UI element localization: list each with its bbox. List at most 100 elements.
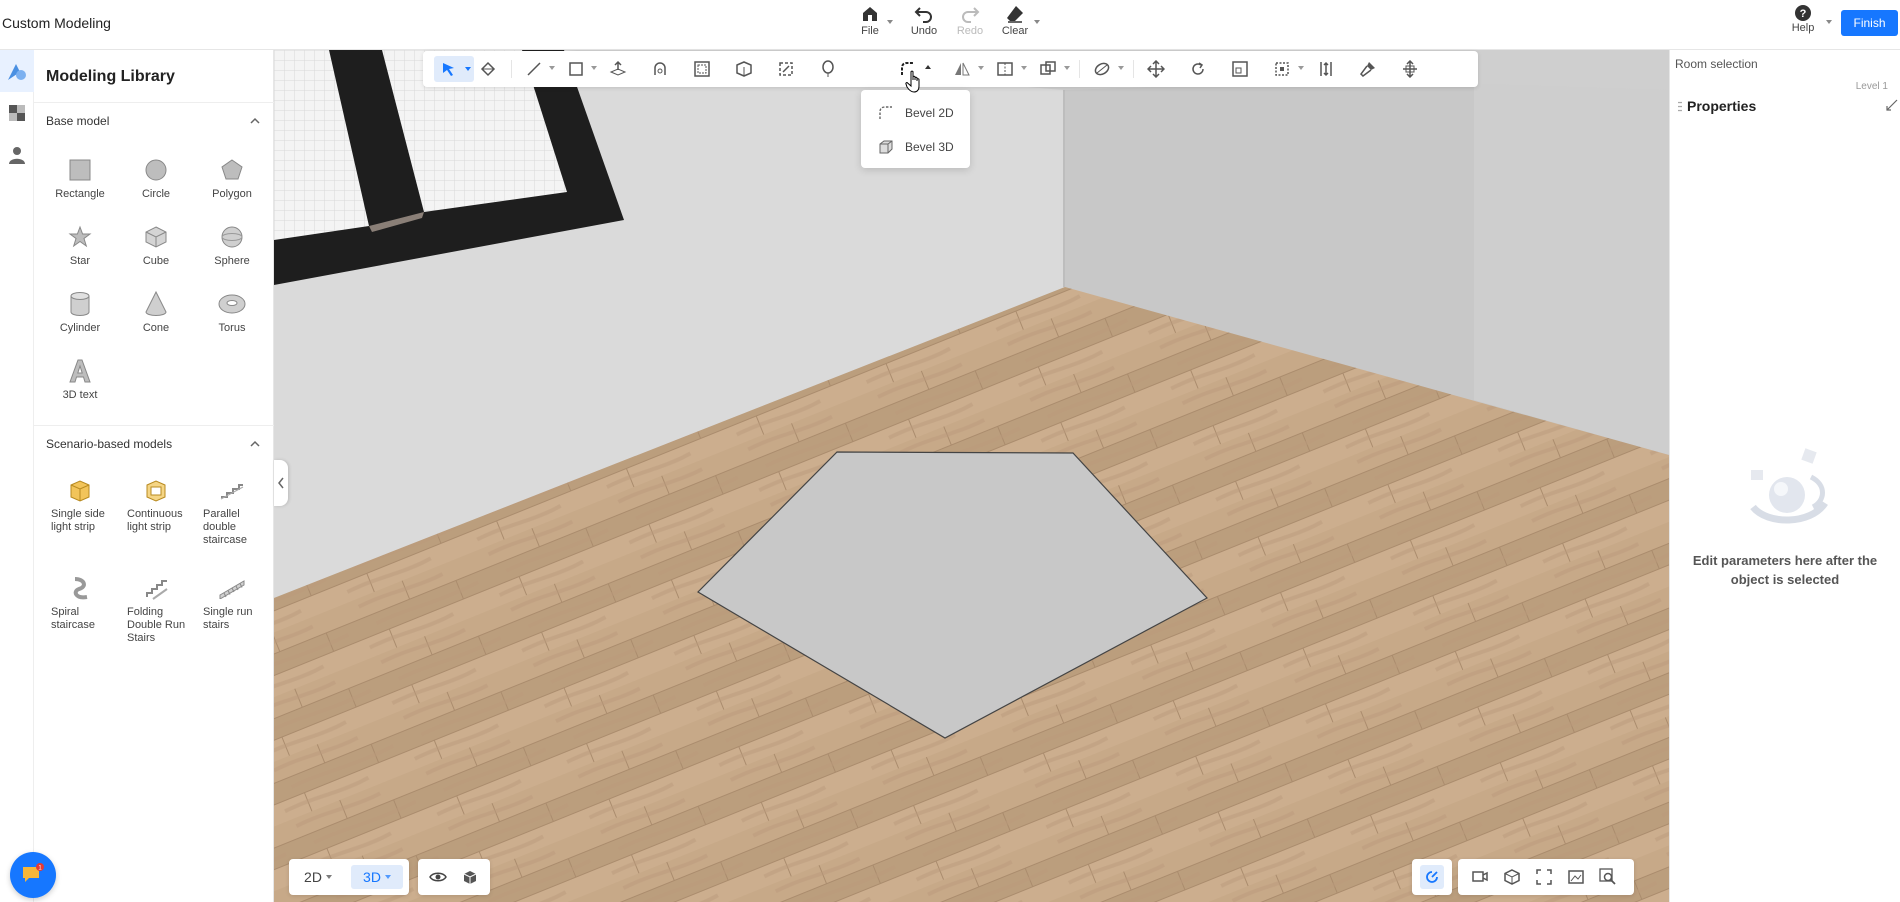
help-caret-icon <box>1826 20 1832 24</box>
rotate-tool[interactable] <box>1185 56 1211 82</box>
display-mode-button[interactable] <box>458 865 482 889</box>
model-torus[interactable]: Torus <box>194 284 270 351</box>
modeling-toolbar <box>423 51 1478 87</box>
staircase-icon <box>220 484 244 500</box>
chevron-up-icon[interactable] <box>248 114 262 128</box>
3d-view-button[interactable] <box>1500 865 1524 889</box>
line-tool[interactable] <box>521 56 547 82</box>
finish-button[interactable]: Finish <box>1841 10 1898 36</box>
room-selection-label[interactable]: Room selection <box>1675 57 1758 71</box>
file-button[interactable]: File <box>845 4 895 37</box>
chevron-up-icon[interactable] <box>248 437 262 451</box>
bevel-dropdown-menu: Bevel 2D Bevel 3D <box>861 90 970 168</box>
rectangle-tool[interactable] <box>563 56 589 82</box>
image-frame-icon <box>1568 870 1584 884</box>
offset-tool[interactable] <box>689 56 715 82</box>
zoom-window-button[interactable] <box>1596 865 1620 889</box>
mirror-tool[interactable] <box>949 56 975 82</box>
scale-tool[interactable] <box>1227 56 1253 82</box>
rail-materials[interactable] <box>0 92 34 134</box>
screenshot-button[interactable] <box>1564 865 1588 889</box>
scenario-section-title: Scenario-based models <box>46 437 173 451</box>
redo-icon <box>962 7 980 23</box>
split-caret-icon[interactable] <box>1021 66 1027 70</box>
push-pull-tool[interactable] <box>605 56 631 82</box>
balloon-tool[interactable] <box>815 56 841 82</box>
select-caret-icon <box>465 67 471 71</box>
library-title: Modeling Library <box>46 68 175 85</box>
stretch-tool[interactable] <box>1397 56 1423 82</box>
clear-button[interactable]: Clear <box>990 4 1040 37</box>
model-rectangle[interactable]: Rectangle <box>42 150 118 217</box>
line-caret-icon[interactable] <box>549 66 555 70</box>
view-2d-button[interactable]: 2D <box>295 865 341 889</box>
fit-view-button[interactable] <box>1532 865 1556 889</box>
menu-item-bevel-2d[interactable]: Bevel 2D <box>861 96 970 130</box>
model-folding-double-run-stairs[interactable]: Folding Double Run Stairs <box>118 568 194 666</box>
clean-tool[interactable] <box>1355 56 1381 82</box>
rail-modeling-library[interactable] <box>0 50 34 92</box>
rail-my-models[interactable] <box>0 134 34 176</box>
expand-icon[interactable] <box>1886 99 1898 111</box>
help-icon: ? <box>1795 5 1811 21</box>
model-label: 3D text <box>62 389 98 401</box>
snap-toggle-button[interactable] <box>1420 865 1444 889</box>
chat-support-button[interactable]: 1 <box>10 852 56 898</box>
model-label: Single run stairs <box>203 606 253 631</box>
follow-me-tool[interactable] <box>647 56 673 82</box>
dimension-tool[interactable] <box>1313 56 1339 82</box>
align-caret-icon[interactable] <box>1298 66 1304 70</box>
mirror-caret-icon[interactable] <box>978 66 984 70</box>
boolean-tool[interactable] <box>1035 56 1061 82</box>
model-parallel-double-staircase[interactable]: Parallel double staircase <box>194 470 270 568</box>
model-label: Folding Double Run Stairs <box>127 606 186 644</box>
scenario-section-header[interactable]: Scenario-based models <box>46 437 262 451</box>
model-cylinder[interactable]: Cylinder <box>42 284 118 351</box>
help-button[interactable]: ? Help <box>1778 4 1832 34</box>
model-star[interactable]: Star <box>42 217 118 284</box>
model-continuous-light-strip[interactable]: Continuous light strip <box>118 470 194 568</box>
split-tool[interactable] <box>992 56 1018 82</box>
trim-tool[interactable] <box>773 56 799 82</box>
caret-down-icon <box>325 875 332 879</box>
drag-handle-icon[interactable] <box>1678 101 1682 113</box>
model-single-side-light-strip[interactable]: Single side light strip <box>42 470 118 568</box>
camera-settings-button[interactable] <box>1468 865 1492 889</box>
shell-tool[interactable] <box>731 56 757 82</box>
view-3d-button[interactable]: 3D <box>351 865 403 889</box>
model-label: Rectangle <box>55 188 105 200</box>
move-tool[interactable] <box>1143 56 1169 82</box>
model-cone[interactable]: Cone <box>118 284 194 351</box>
3d-viewport[interactable] <box>274 50 1669 902</box>
visibility-button[interactable] <box>426 865 450 889</box>
paint-tool[interactable] <box>475 56 501 82</box>
menu-item-bevel-3d[interactable]: Bevel 3D <box>861 130 970 164</box>
base-model-section-header[interactable]: Base model <box>46 114 262 128</box>
undo-button[interactable]: Undo <box>899 4 949 37</box>
redo-button[interactable]: Redo <box>945 4 995 37</box>
model-polygon[interactable]: Polygon <box>194 150 270 217</box>
rectangle-caret-icon[interactable] <box>591 66 597 70</box>
model-sphere[interactable]: Sphere <box>194 217 270 284</box>
material-caret-icon[interactable] <box>1118 66 1124 70</box>
model-label: Parallel double staircase <box>203 508 248 546</box>
torus-icon <box>218 294 246 314</box>
model-3d-text[interactable]: 3D text <box>42 351 118 418</box>
single-run-stairs-icon <box>219 580 245 599</box>
material-edit-tool[interactable] <box>1089 56 1115 82</box>
cube-view-icon <box>1504 869 1520 885</box>
align-tool[interactable] <box>1269 56 1295 82</box>
collapse-panel-tab[interactable] <box>274 460 288 506</box>
cube-icon <box>145 226 167 248</box>
model-cube[interactable]: Cube <box>118 217 194 284</box>
circle-icon <box>145 159 167 181</box>
select-tool[interactable] <box>434 56 474 82</box>
cone-icon <box>145 291 167 316</box>
model-spiral-staircase[interactable]: Spiral staircase <box>42 568 118 666</box>
boolean-caret-icon[interactable] <box>1064 66 1070 70</box>
align-icon <box>1275 62 1289 76</box>
bevel-caret-up-icon[interactable] <box>925 65 931 69</box>
model-circle[interactable]: Circle <box>118 150 194 217</box>
model-label: Torus <box>218 322 246 334</box>
model-single-run-stairs[interactable]: Single run stairs <box>194 568 270 666</box>
